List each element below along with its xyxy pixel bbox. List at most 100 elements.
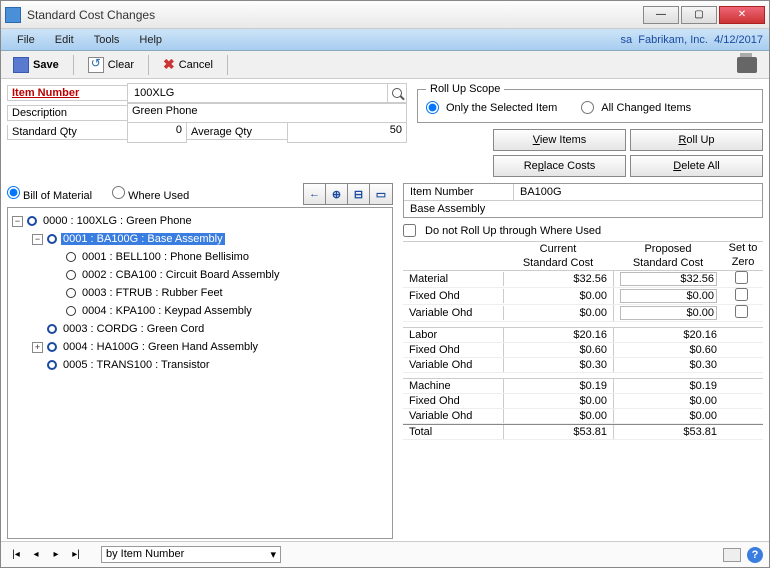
- print-button[interactable]: [731, 55, 763, 75]
- close-button[interactable]: ✕: [719, 6, 765, 24]
- header-std-cost-2: Standard Cost: [613, 256, 723, 270]
- node-icon: [66, 288, 76, 298]
- set-to-zero-checkbox[interactable]: [735, 288, 748, 301]
- titlebar: Standard Cost Changes — ▢ ✕: [1, 1, 769, 29]
- cost-row-label: Fixed Ohd: [403, 289, 503, 303]
- item-detail-box: Item Number BA100G Base Assembly: [403, 183, 763, 218]
- clear-button[interactable]: Clear: [82, 55, 140, 75]
- proposed-value: $0.30: [689, 359, 717, 371]
- tree-item-label[interactable]: 0001 : BELL100 : Phone Bellisimo: [80, 251, 251, 263]
- record-prev[interactable]: ◂: [27, 547, 45, 563]
- tree-nav-expand[interactable]: ⊕: [326, 184, 348, 204]
- tree-item-label[interactable]: 0004 : HA100G : Green Hand Assembly: [61, 341, 260, 353]
- record-first[interactable]: |◂: [7, 547, 25, 563]
- cost-row-label: Material: [403, 272, 503, 286]
- proposed-value: $0.00: [689, 395, 717, 407]
- current-value: $0.30: [503, 358, 613, 372]
- tree-nav-back[interactable]: ←: [304, 184, 326, 204]
- cost-table: Current Proposed Set to Standard Cost St…: [403, 241, 763, 440]
- tree-toggle[interactable]: +: [32, 342, 43, 353]
- tree-toggle[interactable]: −: [32, 234, 43, 245]
- node-icon: [66, 252, 76, 262]
- node-icon: [66, 270, 76, 280]
- proposed-input[interactable]: [620, 289, 717, 303]
- menu-tools[interactable]: Tools: [84, 32, 130, 48]
- window: Standard Cost Changes — ▢ ✕ File Edit To…: [0, 0, 770, 568]
- header-set-to: Set to: [723, 242, 763, 256]
- total-label: Total: [403, 425, 503, 439]
- menu-edit[interactable]: Edit: [45, 32, 84, 48]
- note-button[interactable]: [723, 548, 741, 562]
- cost-row-label: Variable Ohd: [403, 306, 503, 320]
- maximize-button[interactable]: ▢: [681, 6, 717, 24]
- tree-item-label[interactable]: 0005 : TRANS100 : Transistor: [61, 359, 212, 371]
- average-qty-label: Average Qty: [187, 125, 287, 140]
- tree-item-label[interactable]: 0002 : CBA100 : Circuit Board Assembly: [80, 269, 281, 281]
- save-button[interactable]: Save: [7, 55, 65, 75]
- standard-qty-label: Standard Qty: [7, 125, 127, 140]
- header-zero: Zero: [723, 256, 763, 270]
- cost-row-label: Machine: [403, 379, 503, 393]
- search-icon: [392, 88, 402, 98]
- set-to-zero-checkbox[interactable]: [735, 305, 748, 318]
- tree-item-label[interactable]: 0003 : CORDG : Green Cord: [61, 323, 206, 335]
- do-not-rollup-label: Do not Roll Up through Where Used: [425, 225, 601, 237]
- description-value: Green Phone: [127, 103, 407, 123]
- item-number-label[interactable]: Item Number: [7, 85, 127, 101]
- record-next[interactable]: ▸: [47, 547, 65, 563]
- save-icon: [13, 57, 29, 73]
- do-not-rollup-checkbox[interactable]: [403, 224, 416, 237]
- current-value: $0.00: [503, 394, 613, 408]
- menu-help[interactable]: Help: [129, 32, 172, 48]
- radio-where-used[interactable]: Where Used: [112, 186, 189, 202]
- sort-by-select[interactable]: by Item Number ▾: [101, 546, 281, 563]
- node-icon: [47, 342, 57, 352]
- context-date: 4/12/2017: [708, 34, 763, 46]
- bom-tree[interactable]: − 0000 : 100XLG : Green Phone − 0001 : BA…: [7, 207, 393, 539]
- tree-nav-view[interactable]: ▭: [370, 184, 392, 204]
- replace-costs-button[interactable]: Replace Costs: [493, 155, 626, 177]
- menu-file[interactable]: File: [7, 32, 45, 48]
- set-to-zero-checkbox[interactable]: [735, 271, 748, 284]
- radio-bill-of-material[interactable]: Bill of Material: [7, 186, 92, 202]
- item-number-input[interactable]: [132, 86, 387, 100]
- item-number-lookup[interactable]: [387, 84, 406, 102]
- proposed-value: $0.00: [689, 410, 717, 422]
- current-value: $20.16: [503, 328, 613, 342]
- roll-up-button[interactable]: Roll Up: [630, 129, 763, 151]
- proposed-input[interactable]: [620, 272, 717, 286]
- total-proposed: $53.81: [613, 425, 723, 439]
- cost-row-label: Variable Ohd: [403, 358, 503, 372]
- proposed-value: $0.60: [689, 344, 717, 356]
- cost-row-label: Fixed Ohd: [403, 394, 503, 408]
- cost-row-label: Fixed Ohd: [403, 343, 503, 357]
- node-icon: [47, 324, 57, 334]
- record-last[interactable]: ▸|: [67, 547, 85, 563]
- help-button[interactable]: ?: [747, 547, 763, 563]
- app-icon: [5, 7, 21, 23]
- tree-item-label[interactable]: 0003 : FTRUB : Rubber Feet: [80, 287, 225, 299]
- description-label: Description: [7, 105, 127, 121]
- tree-nav-buttons: ← ⊕ ⊟ ▭: [303, 183, 393, 205]
- cancel-button[interactable]: ✖Cancel: [157, 54, 219, 75]
- view-items-button[interactable]: View Items: [493, 129, 626, 151]
- detail-item-number-value: BA100G: [514, 184, 762, 200]
- radio-only-selected[interactable]: Only the Selected Item: [426, 101, 557, 114]
- tree-item-label[interactable]: 0004 : KPA100 : Keypad Assembly: [80, 305, 254, 317]
- minimize-button[interactable]: —: [643, 6, 679, 24]
- print-icon: [737, 57, 757, 73]
- radio-all-changed[interactable]: All Changed Items: [581, 101, 691, 114]
- tree-root-label[interactable]: 0000 : 100XLG : Green Phone: [41, 215, 194, 227]
- current-value: $0.00: [503, 306, 613, 320]
- node-icon: [66, 306, 76, 316]
- node-icon: [27, 216, 37, 226]
- proposed-value: $20.16: [683, 329, 717, 341]
- delete-all-button[interactable]: Delete All: [630, 155, 763, 177]
- tree-nav-collapse[interactable]: ⊟: [348, 184, 370, 204]
- proposed-input[interactable]: [620, 306, 717, 320]
- tree-item-label[interactable]: 0001 : BA100G : Base Assembly: [61, 233, 225, 245]
- standard-qty-value[interactable]: 0: [127, 123, 187, 143]
- total-current: $53.81: [503, 425, 613, 439]
- tree-toggle[interactable]: −: [12, 216, 23, 227]
- proposed-value: $0.19: [689, 380, 717, 392]
